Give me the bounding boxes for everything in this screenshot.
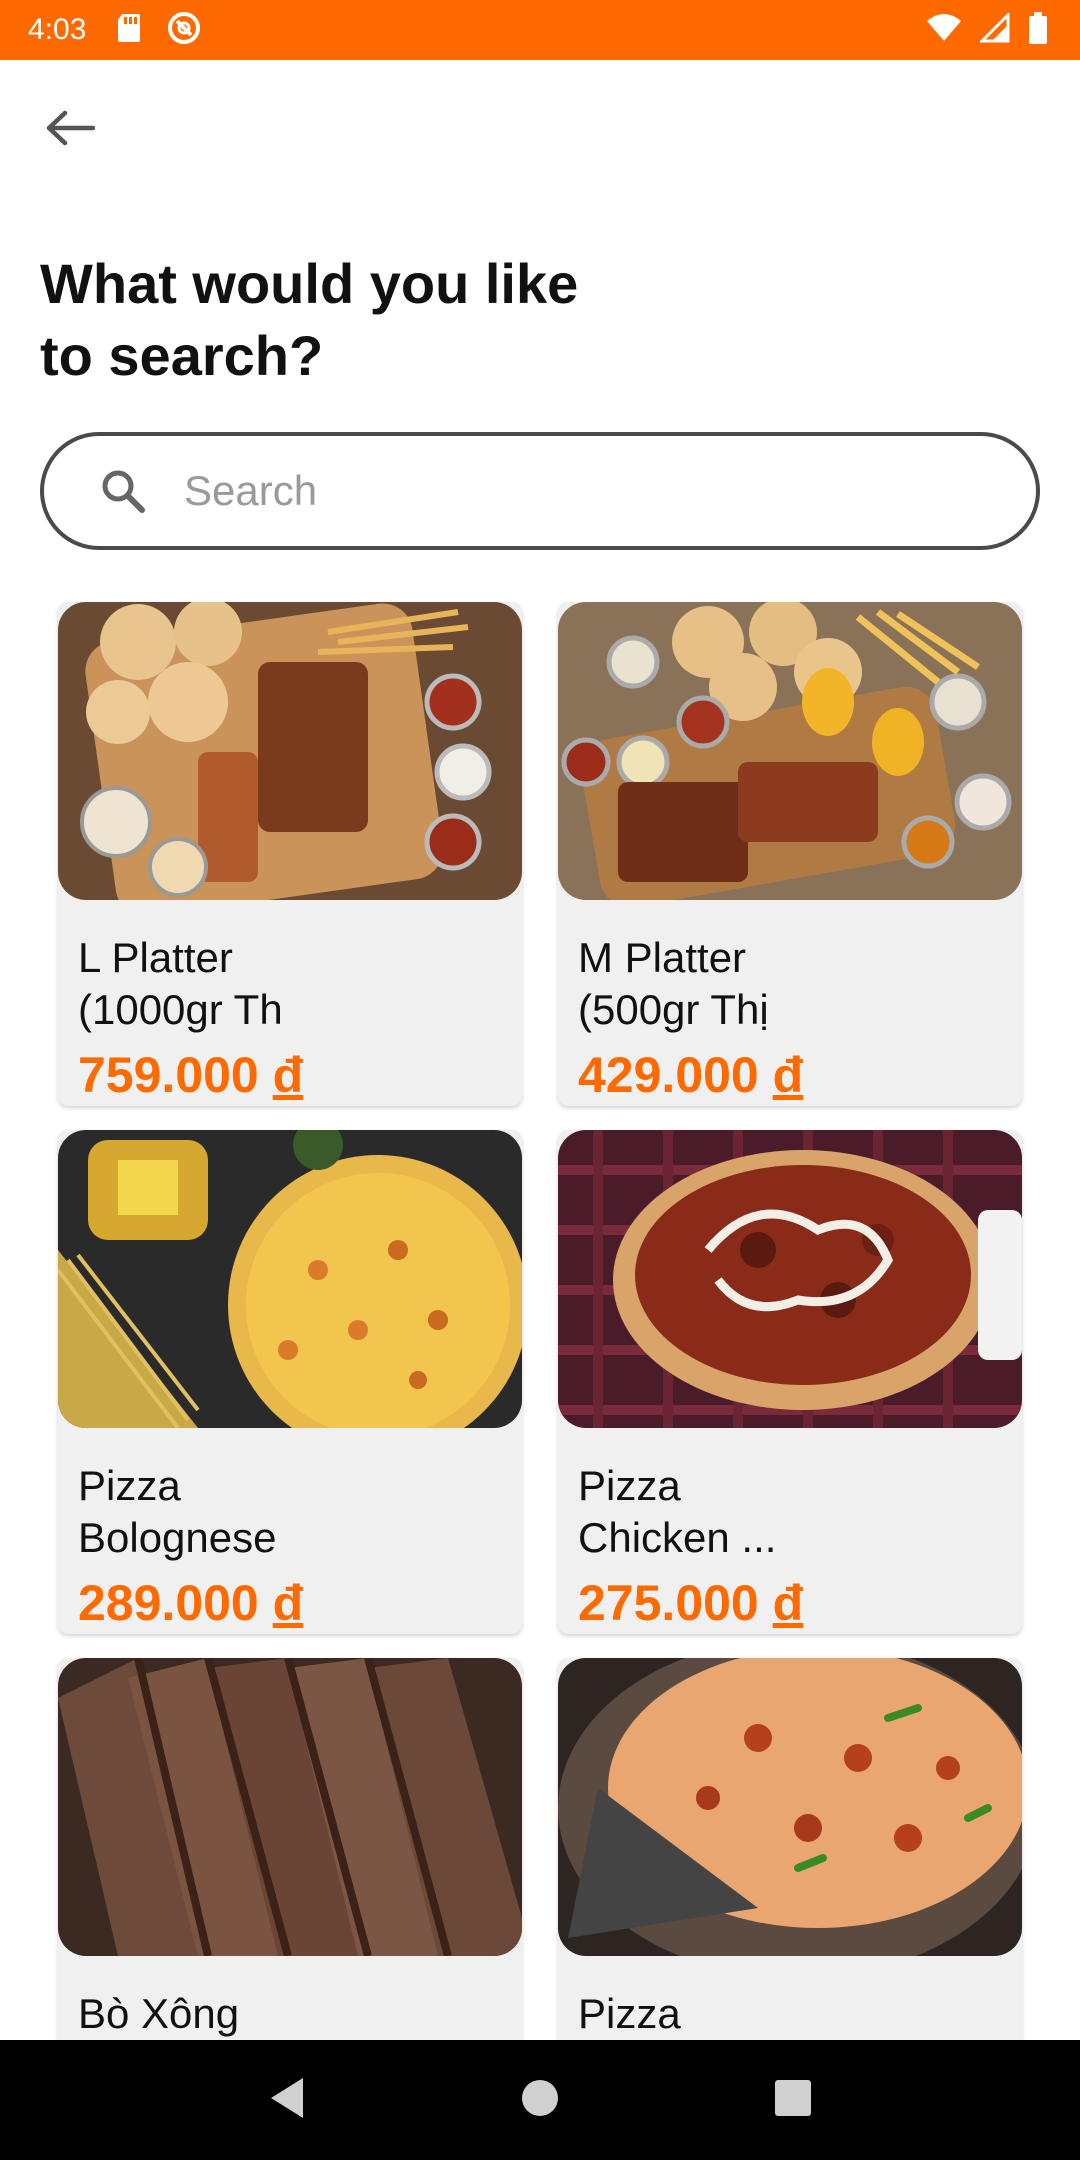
nav-back-button[interactable] — [247, 2060, 327, 2140]
product-card[interactable]: L Platter (1000gr Th 759.000 đ — [58, 602, 522, 1106]
price-value: 759.000 — [78, 1047, 259, 1103]
product-price: 429.000 đ — [578, 1046, 1002, 1104]
nav-home-button[interactable] — [500, 2060, 580, 2140]
product-card[interactable]: Pizza Bolognese 289.000 đ — [58, 1130, 522, 1634]
battery-icon — [1028, 11, 1048, 49]
product-card[interactable]: M Platter (500gr Thị 429.000 đ — [558, 602, 1022, 1106]
nav-back-icon — [267, 2076, 307, 2125]
product-name: Pizza Bolognese — [78, 1462, 277, 1561]
product-price: 275.000 đ — [578, 1574, 1002, 1632]
currency-symbol: đ — [272, 1047, 304, 1103]
signal-icon — [978, 10, 1010, 48]
arrow-left-icon — [45, 110, 96, 151]
price-value: 429.000 — [578, 1047, 759, 1103]
wifi-icon — [926, 13, 962, 48]
status-bar: 4:03 — [0, 0, 1080, 60]
product-card[interactable]: Pizza Chicken ... 275.000 đ — [558, 1130, 1022, 1634]
search-input[interactable] — [184, 467, 944, 515]
product-image — [58, 1658, 522, 1956]
page-title: What would you like to search? — [40, 252, 579, 387]
price-value: 289.000 — [78, 1575, 259, 1631]
nav-home-icon — [520, 2078, 560, 2123]
status-time: 4:03 — [28, 13, 87, 46]
product-image — [58, 602, 522, 900]
currency-symbol: đ — [772, 1047, 804, 1103]
product-image — [58, 1130, 522, 1428]
status-right-icons — [926, 10, 1048, 49]
search-icon — [98, 466, 148, 516]
product-image — [558, 602, 1022, 900]
product-image — [558, 1130, 1022, 1428]
sd-card-icon — [116, 12, 142, 49]
back-button[interactable] — [34, 100, 106, 160]
search-bar[interactable] — [40, 432, 1040, 550]
search-screen: 4:03 What would you like to search? Sear… — [0, 0, 1080, 2160]
product-name: M Platter (500gr Thị — [578, 934, 769, 1033]
product-price: 759.000 đ — [78, 1046, 502, 1104]
product-grid: L Platter (1000gr Th 759.000 đ M Platter… — [58, 602, 1022, 2160]
system-nav-bar — [0, 2040, 1080, 2160]
product-image — [558, 1658, 1022, 1956]
price-value: 275.000 — [578, 1575, 759, 1631]
product-name: Pizza Chicken ... — [578, 1462, 777, 1561]
nav-recents-icon — [773, 2078, 813, 2123]
status-left-icons — [116, 10, 202, 51]
alert-circle-icon — [166, 10, 202, 51]
nav-recents-button[interactable] — [753, 2060, 833, 2140]
product-name: L Platter (1000gr Th — [78, 934, 283, 1033]
product-price: 289.000 đ — [78, 1574, 502, 1632]
currency-symbol: đ — [772, 1575, 804, 1631]
currency-symbol: đ — [272, 1575, 304, 1631]
